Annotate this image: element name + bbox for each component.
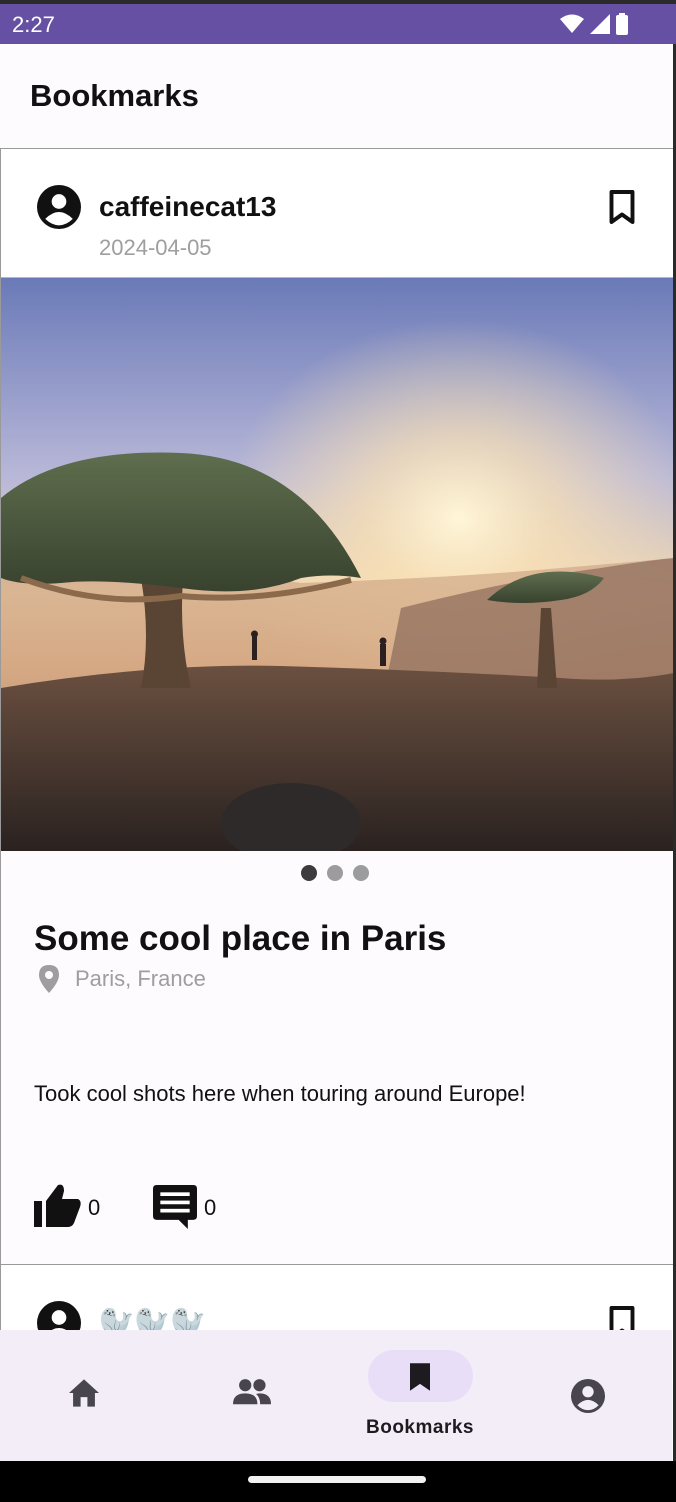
post-title: Some cool place in Paris xyxy=(34,919,447,958)
post-date: 2024-04-05 xyxy=(99,235,212,260)
status-bar: 2:27 xyxy=(0,0,676,44)
like-count: 0 xyxy=(88,1195,101,1220)
pager-dot[interactable] xyxy=(353,865,369,881)
image-pager[interactable] xyxy=(301,865,369,881)
post-username[interactable]: caffeinecat13 xyxy=(99,191,276,223)
account-circle-icon xyxy=(571,1379,605,1413)
nav-item-bookmarks[interactable]: Bookmarks xyxy=(336,1330,504,1461)
status-time: 2:27 xyxy=(12,12,55,37)
post-header: caffeinecat13 2024-04-05 xyxy=(1,149,673,278)
post-card[interactable]: caffeinecat13 2024-04-05 Some cool place… xyxy=(0,148,674,1265)
location-row: Paris, France xyxy=(37,965,206,993)
bookmark-icon xyxy=(410,1363,430,1391)
post-location: Paris, France xyxy=(75,966,206,991)
pager-dot-active[interactable] xyxy=(301,865,317,881)
nav-item-friends[interactable] xyxy=(168,1330,336,1461)
top-app-bar: Bookmarks xyxy=(0,44,676,148)
pager-dot[interactable] xyxy=(327,865,343,881)
thumb-up-icon[interactable] xyxy=(34,1183,82,1227)
bookmark-icon[interactable] xyxy=(607,189,637,225)
people-icon xyxy=(233,1379,271,1405)
post-actions: 0 0 xyxy=(34,1183,334,1233)
post-description: Took cool shots here when touring around… xyxy=(34,1081,526,1106)
nav-item-home[interactable] xyxy=(0,1330,168,1461)
bottom-navigation: Bookmarks xyxy=(0,1330,672,1461)
gesture-navigation-bar xyxy=(0,1461,676,1502)
post-photo[interactable] xyxy=(1,278,674,851)
comment-count: 0 xyxy=(204,1195,217,1220)
avatar-icon[interactable] xyxy=(37,185,81,229)
nav-item-profile[interactable] xyxy=(504,1330,672,1461)
comment-icon[interactable] xyxy=(152,1185,198,1229)
home-indicator[interactable] xyxy=(248,1476,426,1483)
nav-label-bookmarks: Bookmarks xyxy=(366,1417,474,1438)
page-title: Bookmarks xyxy=(30,78,199,113)
cellular-signal-icon xyxy=(590,14,610,34)
location-pin-icon xyxy=(39,965,59,993)
app-screen: 2:27 Bookmarks caffeinecat13 2024-04-05 … xyxy=(0,0,676,1502)
status-icons xyxy=(560,13,628,35)
battery-icon xyxy=(616,13,628,35)
home-icon xyxy=(69,1379,99,1407)
wifi-icon xyxy=(560,14,584,33)
